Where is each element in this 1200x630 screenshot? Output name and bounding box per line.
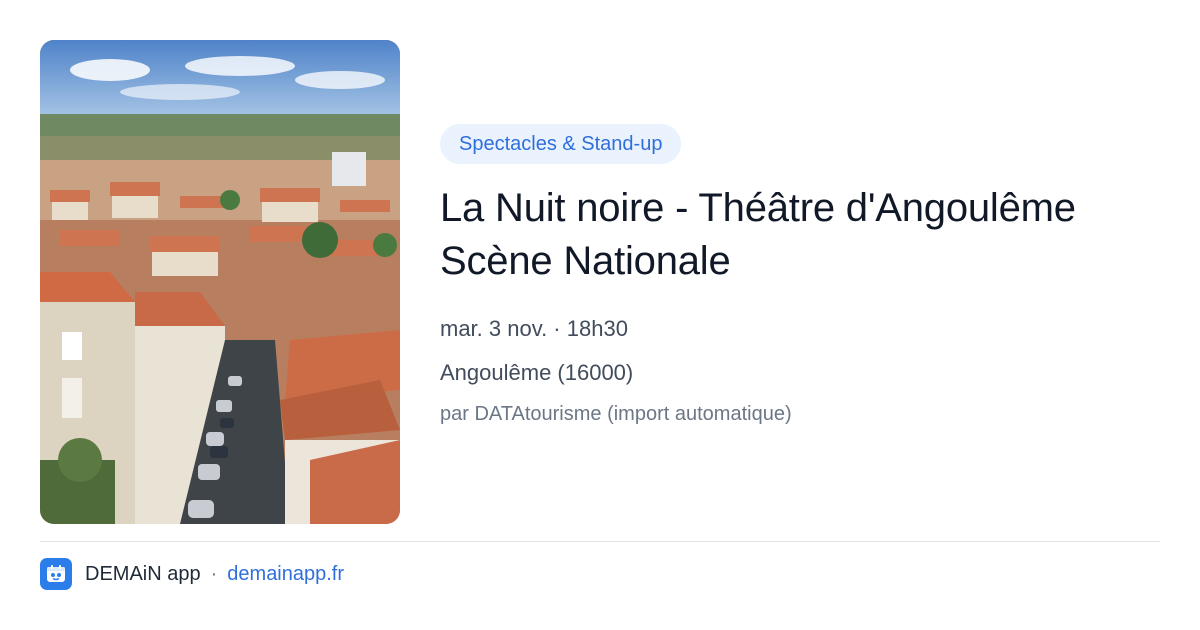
demain-app-logo-icon[interactable] [40,558,72,590]
footer-divider [40,541,1160,542]
app-url-link[interactable]: demainapp.fr [227,563,344,586]
city-rooftops-illustration [40,40,400,524]
app-name: DEMAiN app [85,562,201,585]
event-date: mar. 3 nov. · 18h30 [440,316,628,341]
event-title[interactable]: La Nuit noire - Théâtre d'Angoulême Scèn… [440,182,1170,288]
event-title-line-2: Scène Nationale [440,239,731,283]
category-badge[interactable]: Spectacles & Stand-up [440,124,682,164]
event-details: Spectacles & Stand-up La Nuit noire - Th… [440,124,1170,428]
footer-separator: · [210,562,218,585]
event-source: par DATAtourisme (import automatique) [440,403,792,425]
event-title-line-1: La Nuit noire - Théâtre d'Angoulême [440,186,1076,230]
event-photo [40,40,400,524]
event-location: Angoulême (16000) [440,360,634,385]
footer: DEMAiN app · demainapp.fr [40,558,344,590]
